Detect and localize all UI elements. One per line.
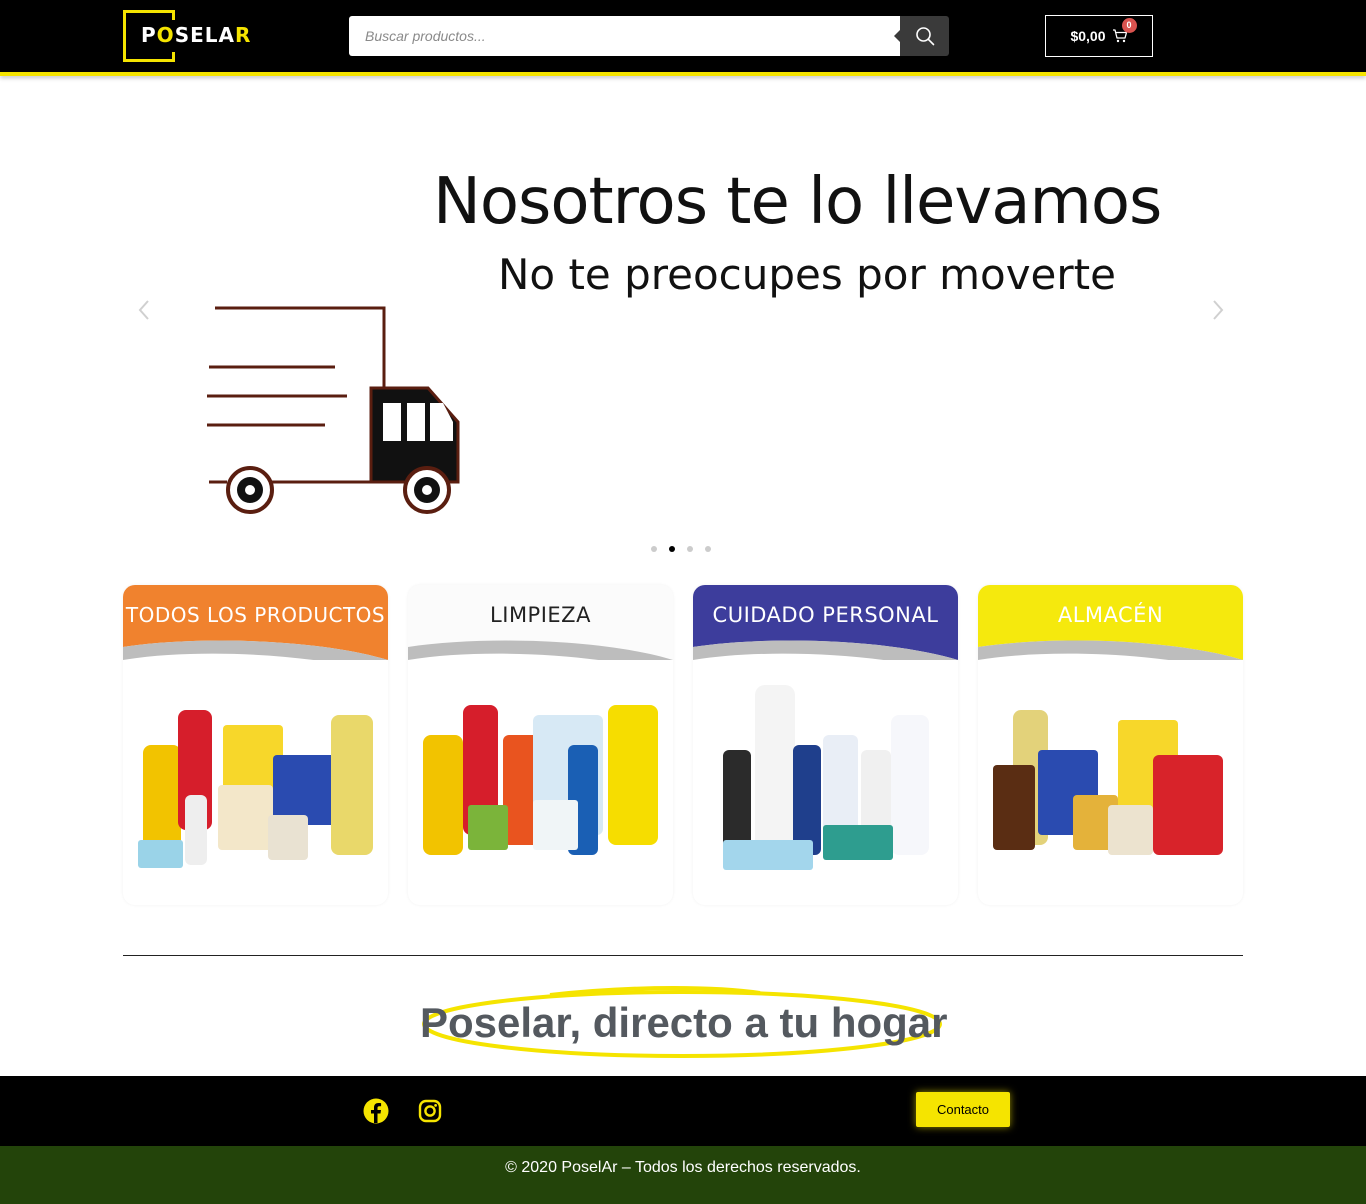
slider-dot[interactable] [651,546,657,552]
tagline: Poselar, directo a tu hogar [420,985,948,1060]
card-title: CUIDADO PERSONAL [712,603,939,627]
instagram-link[interactable] [418,1099,442,1123]
product-search [349,16,949,56]
instagram-icon [418,1099,442,1123]
facebook-icon [363,1098,389,1124]
products-image [993,710,1223,855]
facebook-link[interactable] [363,1098,389,1124]
contact-button[interactable]: Contacto [916,1092,1010,1127]
copyright-bar: © 2020 PoselAr – Todos los derechos rese… [0,1146,1366,1204]
products-image [138,710,373,868]
slider-pagination [651,546,711,552]
search-button[interactable] [894,16,949,56]
slider-dot[interactable] [687,546,693,552]
slide-subtitle: No te preocupes por moverte [498,250,1116,299]
chevron-right-icon [1213,300,1224,320]
products-image [423,705,658,855]
cart-amount: $0,00 [1070,28,1106,44]
search-icon [915,27,934,46]
card-title: TODOS LOS PRODUCTOS [125,603,386,627]
category-cards: TODOS LOS PRODUCTOS LIMPIEZA CUIDADO PER… [123,585,1243,905]
cart-icon: 0 [1112,18,1137,44]
products-image [723,685,929,870]
cart-button[interactable]: $0,00 0 [1045,15,1153,57]
header-accent-line [0,72,1366,76]
card-title: ALMACÉN [1057,603,1164,627]
logo-text: POSELAR [141,23,252,47]
copyright-text: © 2020 PoselAr – Todos los derechos rese… [505,1159,861,1176]
slider-next-button[interactable] [1211,298,1225,327]
slide-title: Nosotros te lo llevamos [433,165,1162,239]
tagline-text: Poselar, directo a tu hogar [420,999,948,1046]
slider-dot-active[interactable] [669,546,675,552]
section-divider [123,955,1243,956]
card-title: LIMPIEZA [490,603,591,627]
cart-count-badge: 0 [1121,18,1137,33]
site-footer [0,1076,1366,1146]
category-card-cuidado-personal[interactable]: CUIDADO PERSONAL [693,585,958,905]
slider-prev-button[interactable] [137,298,151,327]
site-header: POSELAR $0,00 0 [0,0,1366,72]
hero-slider[interactable]: Nosotros te lo llevamos No te preocupes … [123,110,1243,560]
chevron-left-icon [138,300,149,320]
category-card-todos[interactable]: TODOS LOS PRODUCTOS [123,585,388,905]
slider-dot[interactable] [705,546,711,552]
search-input[interactable] [349,16,900,56]
category-card-almacen[interactable]: ALMACÉN [978,585,1243,905]
delivery-truck-icon [207,306,460,514]
category-card-limpieza[interactable]: LIMPIEZA [408,585,673,905]
poselar-logo[interactable]: POSELAR [123,10,263,62]
